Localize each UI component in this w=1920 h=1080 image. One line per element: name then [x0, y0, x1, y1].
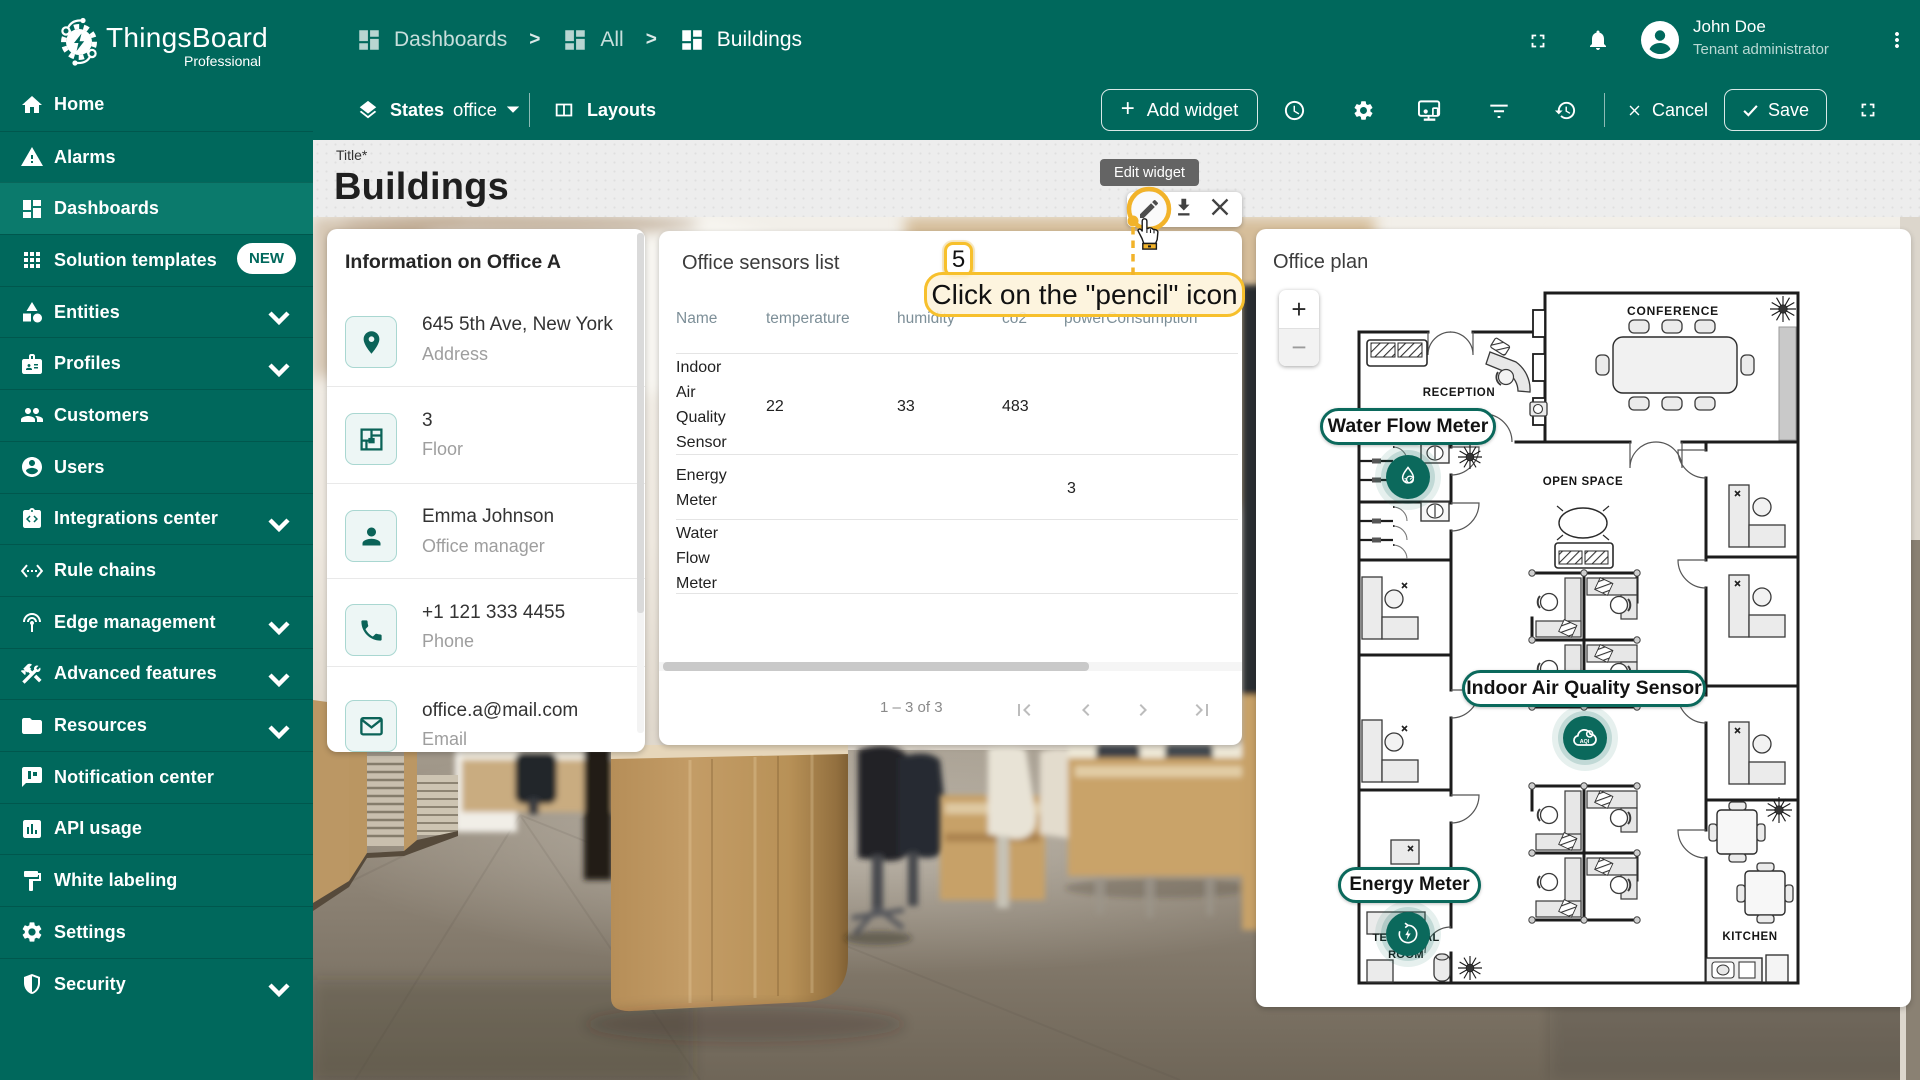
- svg-text:KITCHEN: KITCHEN: [1722, 931, 1777, 943]
- svg-text:OPEN SPACE: OPEN SPACE: [1543, 476, 1624, 488]
- svg-text:CONFERENCE: CONFERENCE: [1627, 304, 1719, 318]
- svg-text:AQI: AQI: [1580, 739, 1590, 745]
- svg-text:RECEPTION: RECEPTION: [1423, 387, 1496, 399]
